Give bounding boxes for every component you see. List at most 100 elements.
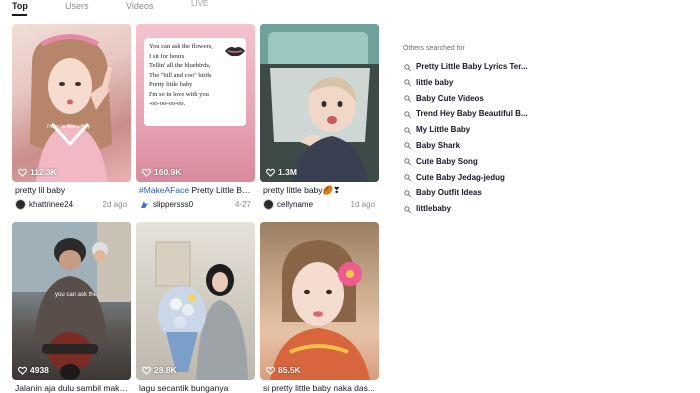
lyrics-line: -oo-oo-oo-oo. [149,100,186,107]
thumbnail-art [270,240,370,380]
related-search-item[interactable]: Trend Hey Baby Beautiful B... [403,106,543,122]
author-name[interactable]: cellyname [277,199,313,210]
related-searches: Others searched for Pretty Little Baby L… [403,44,543,217]
related-search-label: Pretty Little Baby Lyrics Ter... [416,62,528,71]
related-search-label: Cute Baby Jedag-jedug [416,172,505,182]
play-heart-icon [266,168,275,177]
related-search-item[interactable]: littlebaby [403,201,543,217]
search-icon [404,158,411,166]
related-search-item[interactable]: Baby Outfit Ideas [403,185,543,201]
view-count: 1.3M [266,167,297,177]
video-caption[interactable]: si pretty little baby naka das... [263,383,377,393]
view-count: 85.5K [266,365,301,375]
avatar[interactable] [15,199,26,210]
related-search-label: My Little Baby [416,125,471,135]
author-row: cellyname 1d ago [263,199,377,210]
tab-live[interactable]: LIVE [191,0,208,10]
view-count-value: 1.3M [278,167,297,177]
related-search-item[interactable]: little baby [403,75,543,91]
video-thumbnail[interactable]: 1.3M [260,24,379,182]
active-tab-indicator [12,14,27,16]
related-search-label: Baby Cute Videos [416,93,484,103]
related-searches-list: Pretty Little Baby Lyrics Ter... little b… [403,59,543,217]
post-date: 2d ago [102,200,127,209]
search-icon [404,63,411,71]
video-grid: i'm so in love with y 112.3K pretty lil … [12,24,382,393]
lips-sticker-icon [225,47,245,57]
search-icon [404,142,411,150]
tab-videos[interactable]: Videos [126,0,153,12]
view-count: 4938 [18,365,49,375]
search-icon [404,111,411,118]
search-icon [404,127,411,134]
video-caption[interactable]: pretty little baby🏉❣ [263,185,377,196]
related-search-item[interactable]: Cute Baby Song [403,154,543,170]
caption-text: pretty lil baby [15,185,66,195]
thumbnail-art [30,34,112,182]
search-icon [404,174,411,181]
author-row: khattrinee24 2d ago [15,199,129,210]
view-count-value: 28.8K [154,365,177,375]
thumbnail-art [155,241,248,380]
search-icon [404,95,411,102]
play-heart-icon [18,168,27,177]
related-search-item[interactable]: Cute Baby Jedag-jedug [403,170,543,186]
post-date: 4-27 [234,200,251,209]
video-caption[interactable]: pretty lil baby [15,185,129,196]
view-count: 160.9K [142,167,181,177]
author-row: slippersss0 4-27 [139,199,253,210]
video-thumbnail[interactable]: You can ask the flowers, I sit for hours… [136,24,255,182]
search-icon [404,206,411,213]
play-heart-icon [18,366,27,375]
related-search-item[interactable]: Pretty Little Baby Lyrics Ter... [403,59,543,75]
related-search-item[interactable]: Baby Shark [403,138,543,154]
video-caption[interactable]: lagu secantik bunganya [139,383,253,393]
thumbnail-overlay-text: i'm so in love with y [47,124,90,130]
related-searches-title: Others searched for [403,45,465,52]
avatar[interactable] [139,199,150,210]
thumbnail-art [260,24,379,182]
related-search-label: Baby Shark [416,140,461,150]
related-search-label: little baby [416,77,454,87]
video-caption[interactable]: #MakeAFace Pretty Little Ba... [139,185,253,196]
lyrics-line: Tellin' all the bluebirds, [149,62,211,69]
play-heart-icon [142,366,151,375]
related-search-item[interactable]: Baby Cute Videos [403,91,543,107]
caption-text: si pretty little baby naka das... [263,383,375,393]
tab-users[interactable]: Users [65,0,89,12]
video-thumbnail[interactable]: 28.8K [136,222,255,380]
play-heart-icon [142,168,151,177]
caption-text: Pretty Little Ba... [189,185,253,195]
thumbnail-overlay-text: you can ask the [55,292,98,298]
search-icon [404,79,411,87]
video-thumbnail[interactable]: 85.5K [260,222,379,380]
video-thumbnail[interactable]: you can ask the 4938 [12,222,131,380]
lyrics-line: Pretty little baby [149,81,193,88]
related-search-label: Trend Hey Baby Beautiful B... [416,109,528,119]
hashtag-link[interactable]: #MakeAFace [139,185,189,195]
search-tabs: Top Users Videos LIVE [12,0,272,16]
play-heart-icon [266,366,275,375]
video-caption[interactable]: Jalanin aja dulu sambil maka... [15,383,129,393]
lyrics-line: I'm so in love with you [149,90,209,98]
related-search-label: Cute Baby Song [416,156,478,166]
view-count: 112.3K [18,167,57,177]
video-thumbnail[interactable]: i'm so in love with y 112.3K [12,24,131,182]
lyrics-line: The "bill and coo" birds [149,71,212,79]
related-search-label: Baby Outfit Ideas [416,188,482,198]
thumbnail-art [12,222,131,380]
caption-text: pretty little baby [263,185,323,195]
post-date: 1d ago [350,200,375,209]
related-search-item[interactable]: My Little Baby [403,122,543,138]
view-count: 28.8K [142,365,177,375]
author-name[interactable]: khattrinee24 [29,199,73,210]
search-icon [404,190,411,197]
tab-top[interactable]: Top [12,0,28,12]
related-search-label: littlebaby [416,204,452,214]
caption-emoji: 🏉❣ [322,185,341,195]
view-count-value: 4938 [30,365,49,375]
avatar[interactable] [263,199,274,210]
author-name[interactable]: slippersss0 [153,199,193,210]
author-logo-icon [141,201,148,208]
view-count-value: 85.5K [278,365,301,375]
